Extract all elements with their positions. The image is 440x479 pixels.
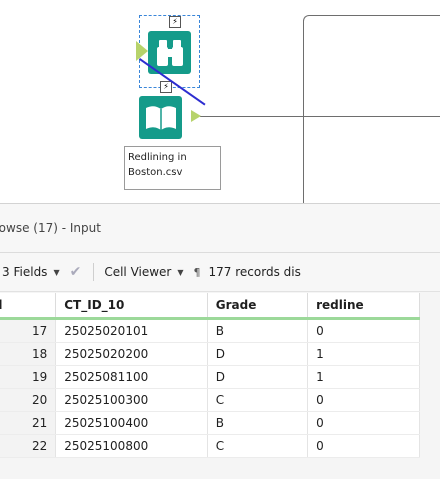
record-cell: 20: [0, 388, 57, 412]
input-tool[interactable]: [139, 96, 182, 139]
results-toolbar: f 3 Fields ▼ ✔ Cell Viewer ▼ ¶ 177 recor…: [0, 253, 440, 292]
workflow-canvas[interactable]: ⚡ ⚡ Redlining in Boston.csv: [0, 0, 440, 203]
bolt-icon: ⚡: [160, 81, 172, 93]
record-cell: 18: [0, 342, 57, 366]
record-cell: 21: [0, 411, 57, 435]
redline-cell[interactable]: 0: [307, 318, 420, 343]
results-title-text: rowse (17) - Input: [0, 221, 101, 235]
column-header-record[interactable]: rd: [0, 293, 57, 320]
table-row[interactable]: 22 25025100800 C 0: [0, 434, 420, 458]
table-row[interactable]: 20 25025100300 C 0: [0, 388, 420, 412]
column-header-ct-id[interactable]: CT_ID_10: [55, 293, 208, 320]
fields-dropdown[interactable]: f 3 Fields ▼ ✔: [0, 264, 81, 280]
check-icon[interactable]: ✔: [70, 264, 82, 280]
record-cell: 19: [0, 365, 57, 389]
records-count: 177 records dis: [208, 265, 301, 279]
grade-cell[interactable]: B: [207, 318, 309, 343]
grid-header-row: rd CT_ID_10 Grade redline: [0, 293, 420, 320]
redline-cell[interactable]: 0: [307, 388, 420, 412]
table-row[interactable]: 17 25025020101 B 0: [0, 318, 420, 343]
output-anchor-icon[interactable]: [191, 110, 201, 122]
grade-cell[interactable]: C: [207, 388, 309, 412]
ct-id-cell[interactable]: 25025100800: [55, 434, 208, 458]
grade-cell[interactable]: C: [207, 434, 309, 458]
data-grid: rd CT_ID_10 Grade redline 17 25025020101…: [0, 293, 420, 458]
redline-cell[interactable]: 0: [307, 434, 420, 458]
connection-line: [200, 116, 440, 117]
column-header-grade[interactable]: Grade: [207, 293, 309, 320]
table-row[interactable]: 21 25025100400 B 0: [0, 411, 420, 435]
cell-viewer-dropdown[interactable]: Cell Viewer ▼: [104, 265, 183, 279]
ct-id-cell[interactable]: 25025020200: [55, 342, 208, 366]
table-row[interactable]: 18 25025020200 D 1: [0, 342, 420, 366]
column-header-redline[interactable]: redline: [307, 293, 420, 320]
ct-id-cell[interactable]: 25025081100: [55, 365, 208, 389]
ct-id-cell[interactable]: 25025100400: [55, 411, 208, 435]
record-cell: 17: [0, 318, 57, 343]
redline-cell[interactable]: 1: [307, 342, 420, 366]
record-cell: 22: [0, 434, 57, 458]
chevron-down-icon: ▼: [53, 267, 60, 277]
results-pane: rowse (17) - Input f 3 Fields ▼ ✔ Cell V…: [0, 203, 440, 479]
bolt-icon: ⚡: [169, 16, 181, 28]
pilcrow-icon[interactable]: ¶: [194, 266, 201, 279]
grade-cell[interactable]: B: [207, 411, 309, 435]
binoculars-icon: [156, 39, 183, 66]
ct-id-cell[interactable]: 25025100300: [55, 388, 208, 412]
toolbar-divider: [93, 263, 95, 281]
grade-cell[interactable]: D: [207, 342, 309, 366]
cell-viewer-label: Cell Viewer: [104, 265, 172, 279]
tool-annotation: Redlining in Boston.csv: [124, 146, 221, 190]
book-icon: [145, 105, 176, 130]
table-row[interactable]: 19 25025081100 D 1: [0, 365, 420, 389]
ct-id-cell[interactable]: 25025020101: [55, 318, 208, 343]
results-title: rowse (17) - Input: [0, 204, 440, 253]
container-outline: [303, 15, 440, 203]
redline-cell[interactable]: 0: [307, 411, 420, 435]
fields-label: f 3 Fields: [0, 265, 48, 279]
chevron-down-icon: ▼: [177, 267, 184, 277]
grade-cell[interactable]: D: [207, 365, 309, 389]
redline-cell[interactable]: 1: [307, 365, 420, 389]
